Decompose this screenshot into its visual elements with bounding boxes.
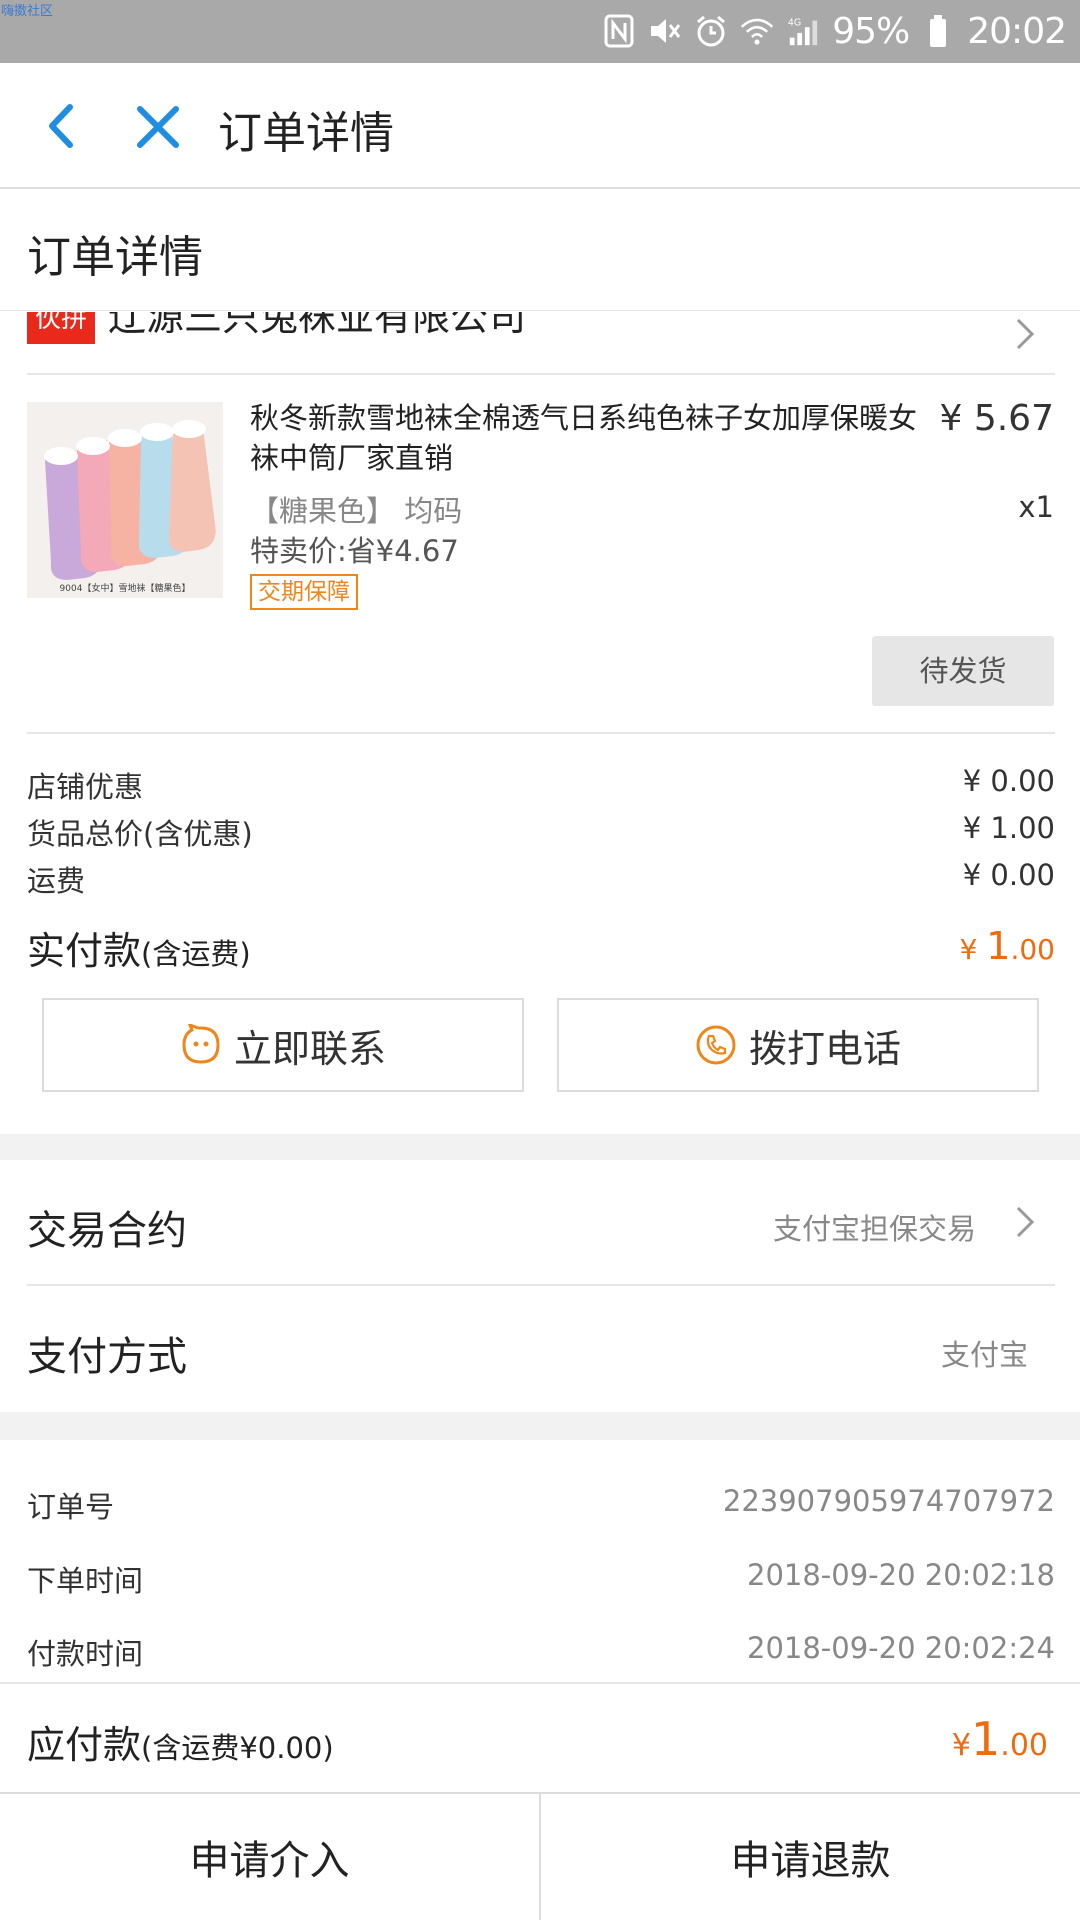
status-icons: 4G 95% 20:02 [602, 8, 1067, 54]
section-gap [0, 1412, 1080, 1440]
shipping-row: 运费 ¥ 0.00 [27, 858, 1055, 900]
wifi-icon [740, 14, 774, 48]
order-number-row: 订单号 223907905974707972 [27, 1484, 1055, 1526]
product-sale-price: 特卖价:省¥4.67 [250, 534, 459, 568]
battery-percent: 95% [832, 10, 910, 52]
paid-amount: ¥ 1.00 [959, 924, 1055, 968]
shop-name: 辽源三只兔袜业有限公司 [108, 312, 527, 339]
shipping-value: ¥ 0.00 [962, 858, 1055, 892]
order-time-value: 2018-09-20 20:02:18 [747, 1558, 1055, 1592]
payment-method-label: 支付方式 [27, 1334, 187, 1380]
page-title: 订单详情 [218, 108, 394, 159]
shipping-label: 运费 [27, 864, 86, 898]
chat-face-icon [180, 1022, 222, 1066]
alarm-icon [694, 14, 728, 48]
order-number-value: 223907905974707972 [722, 1484, 1055, 1518]
shop-discount-row: 店铺优惠 ¥ 0.00 [27, 764, 1055, 806]
section-gap [0, 1134, 1080, 1160]
product-image-caption: 9004【女中】雪地袜【糖果色】 [59, 584, 191, 594]
status-corner-text: 嗨擞社区 [1, 4, 54, 19]
battery-icon [921, 14, 955, 48]
signal-4g-icon: 4G [786, 14, 820, 48]
payable-note: (含运费¥0.00) [141, 1731, 334, 1765]
contact-label: 立即联系 [233, 1026, 386, 1071]
shop-discount-value: ¥ 0.00 [962, 764, 1055, 798]
svg-text:4G: 4G [788, 17, 801, 28]
pay-time-label: 付款时间 [27, 1637, 144, 1671]
product-quantity: x1 [1018, 490, 1054, 524]
goods-total-row: 货品总价(含优惠) ¥ 1.00 [27, 811, 1055, 853]
contract-row[interactable]: 交易合约 支付宝担保交易 [0, 1160, 1080, 1284]
pay-time-value: 2018-09-20 20:02:24 [747, 1631, 1055, 1665]
nav-bar: 订单详情 [0, 63, 1080, 189]
section-header: 订单详情 [0, 191, 1080, 311]
section-title: 订单详情 [27, 232, 203, 283]
chevron-right-icon [1012, 1202, 1038, 1242]
call-button[interactable]: 拨打电话 [557, 998, 1039, 1092]
paid-note: (含运费) [141, 937, 251, 971]
phone-icon [695, 1024, 737, 1066]
guarantee-tag: 交期保障 [250, 574, 358, 610]
paid-label: 实付款(含运费) [27, 929, 251, 973]
contract-value: 支付宝担保交易 [772, 1212, 976, 1246]
clock-time: 20:02 [967, 10, 1067, 52]
product-image[interactable]: 9004【女中】雪地袜【糖果色】 [27, 402, 223, 598]
nfc-icon [602, 14, 636, 48]
divider [27, 373, 1055, 375]
apply-refund-button[interactable]: 申请退款 [539, 1794, 1080, 1920]
shop-badge: 伙拼 [27, 312, 95, 344]
apply-intervene-button[interactable]: 申请介入 [0, 1794, 539, 1920]
call-label: 拨打电话 [748, 1026, 901, 1071]
payment-method-value: 支付宝 [940, 1338, 1028, 1372]
payment-method-row: 支付方式 支付宝 [0, 1286, 1080, 1412]
shop-discount-label: 店铺优惠 [27, 770, 144, 804]
chevron-right-icon [1012, 314, 1038, 354]
contact-button[interactable]: 立即联系 [42, 998, 524, 1092]
mute-icon [648, 14, 682, 48]
payable-amount: ¥1.00 [951, 1712, 1048, 1766]
paid-row: 实付款(含运费) ¥ 1.00 [27, 920, 1055, 975]
socks-illustration [27, 402, 223, 598]
goods-total-label: 货品总价(含优惠) [27, 817, 253, 851]
product-price: ¥ 5.67 [939, 398, 1054, 439]
close-icon[interactable] [130, 99, 186, 155]
goods-total-value: ¥ 1.00 [962, 811, 1055, 845]
product-title[interactable]: 秋冬新款雪地袜全棉透气日系纯色袜子女加厚保暖女袜中筒厂家直销 [250, 398, 940, 478]
order-time-label: 下单时间 [27, 1564, 144, 1598]
payable-label: 应付款(含运费¥0.00) [27, 1723, 334, 1767]
order-status-button[interactable]: 待发货 [872, 636, 1054, 706]
order-time-row: 下单时间 2018-09-20 20:02:18 [27, 1558, 1055, 1600]
shop-row[interactable]: 伙拼 辽源三只兔袜业有限公司 [0, 312, 1080, 372]
bottom-action-bar: 申请介入 申请退款 [0, 1792, 1080, 1920]
order-number-label: 订单号 [27, 1490, 115, 1524]
payable-row: 应付款(含运费¥0.00) ¥1.00 [0, 1682, 1080, 1792]
divider [27, 732, 1055, 734]
contract-label: 交易合约 [27, 1208, 187, 1254]
back-arrow-icon[interactable] [36, 99, 90, 153]
pay-time-row: 付款时间 2018-09-20 20:02:24 [27, 1631, 1055, 1673]
status-bar: 嗨擞社区 4G 95% 20:02 [0, 0, 1080, 63]
product-sku: 【糖果色】 均码 [250, 494, 463, 528]
